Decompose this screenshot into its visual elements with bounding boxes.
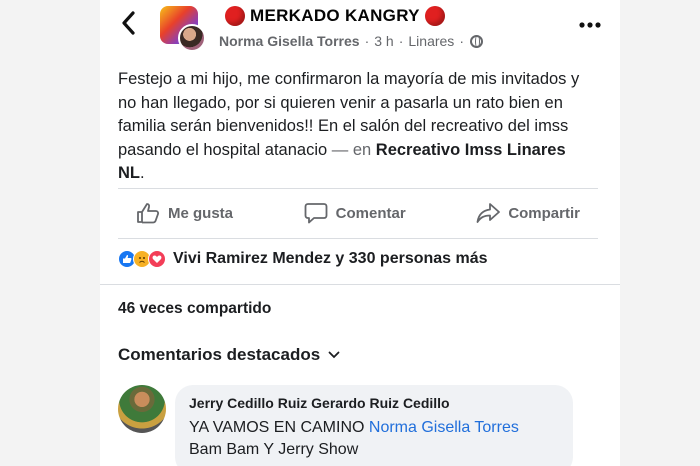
share-icon [476, 203, 501, 223]
reactions-summary[interactable]: Vivi Ramirez Mendez y 330 personas más [118, 250, 488, 268]
chevron-down-icon [328, 348, 340, 362]
comment-mention[interactable]: Norma Gisella Torres [369, 419, 519, 436]
more-options-icon[interactable] [576, 8, 604, 34]
share-button[interactable]: Compartir [476, 202, 580, 224]
right-background [620, 0, 700, 466]
featured-comments-selector[interactable]: Comentarios destacados [118, 345, 340, 365]
share-label: Compartir [508, 204, 580, 222]
post-location[interactable]: Linares [408, 33, 454, 49]
author-name[interactable]: Norma Gisella Torres [219, 33, 360, 49]
place-separator: — en [327, 140, 376, 159]
comment-text-line2: Bam Bam Y Jerry Show [189, 441, 359, 458]
group-name-label: MERKADO KANGRY [250, 6, 420, 25]
comment-text: YA VAMOS EN CAMINO Norma Gisella Torres [189, 417, 559, 439]
like-label: Me gusta [168, 204, 234, 222]
post-meta: Norma Gisella Torres · 3 h · Linares · [219, 33, 483, 49]
meta-separator: · [364, 33, 370, 49]
author-avatar[interactable] [178, 24, 206, 52]
love-reaction-icon [148, 250, 166, 268]
meta-separator: · [398, 33, 404, 49]
red-circle-icon [225, 6, 245, 26]
divider [118, 238, 598, 239]
group-avatar[interactable] [160, 6, 206, 52]
comment-label: Comentar [335, 204, 406, 222]
divider [100, 284, 620, 285]
red-circle-icon [424, 6, 445, 26]
meta-separator: · [459, 33, 464, 49]
comment-author[interactable]: Jerry Cedillo Ruiz Gerardo Ruiz Cedillo [189, 395, 559, 411]
post-view: MERKADO KANGRY Norma Gisella Torres · 3 … [100, 0, 620, 466]
comment-body: YA VAMOS EN CAMINO [189, 419, 365, 436]
post-time[interactable]: 3 h [374, 33, 393, 49]
back-arrow-icon[interactable] [120, 10, 144, 42]
comment-bubble: Jerry Cedillo Ruiz Gerardo Ruiz Cedillo … [175, 385, 573, 466]
left-background [0, 0, 100, 466]
place-suffix: . [140, 164, 145, 182]
globe-icon [469, 34, 483, 48]
divider [118, 188, 598, 189]
share-count[interactable]: 46 veces compartido [118, 300, 271, 318]
action-bar: Me gusta Comentar Compartir [118, 196, 598, 230]
like-button[interactable]: Me gusta [136, 202, 233, 224]
reactions-text: Vivi Ramirez Mendez y 330 personas más [173, 250, 488, 267]
group-name[interactable]: MERKADO KANGRY [220, 6, 450, 26]
commenter-avatar[interactable] [118, 385, 166, 433]
comment-icon [304, 203, 328, 224]
featured-comments-label: Comentarios destacados [118, 345, 321, 364]
post-text: Festejo a mi hijo, me confirmaron la may… [118, 68, 588, 186]
thumbs-up-icon [137, 203, 160, 224]
comment-button[interactable]: Comentar [304, 202, 406, 224]
